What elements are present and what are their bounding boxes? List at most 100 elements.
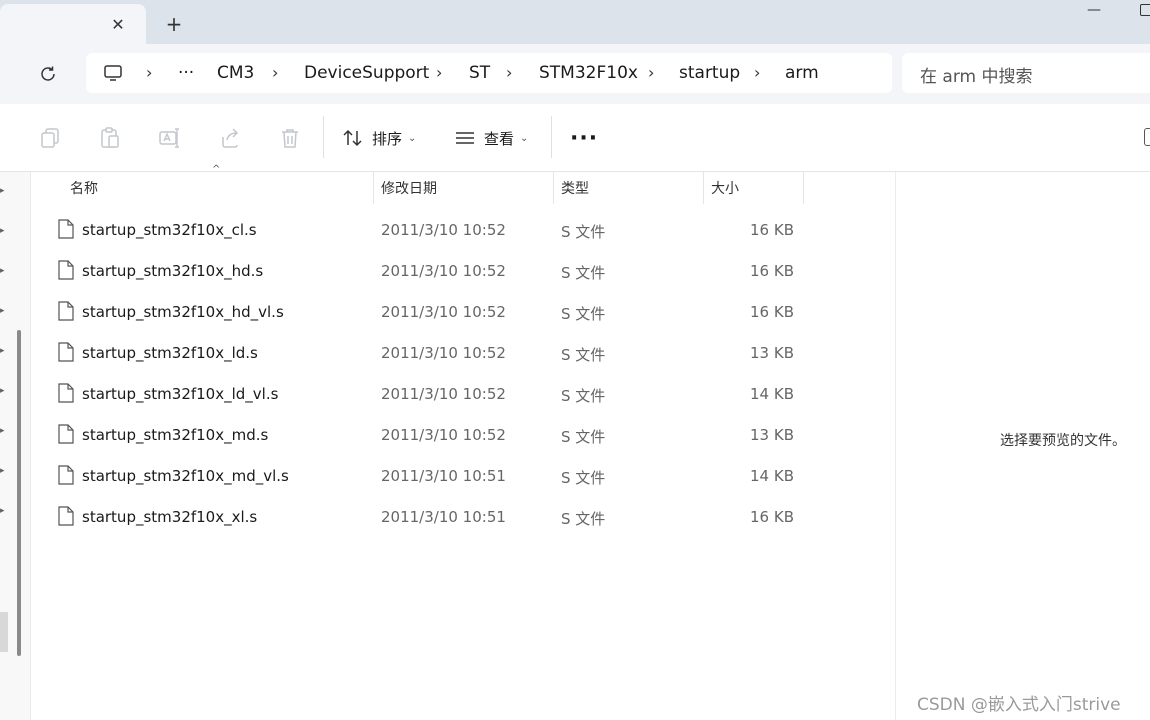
file-row[interactable]: startup_stm32f10x_cl.s 2011/3/10 10:52 S 文… — [40, 210, 810, 251]
chevron-right-icon[interactable]: ▸ — [0, 186, 5, 196]
file-icon — [58, 424, 74, 444]
computer-icon[interactable] — [102, 62, 124, 84]
file-date: 2011/3/10 10:52 — [381, 385, 506, 403]
file-row[interactable]: startup_stm32f10x_xl.s 2011/3/10 10:51 S 文… — [40, 497, 810, 538]
delete-icon[interactable] — [278, 126, 302, 150]
file-size: 16 KB — [750, 221, 794, 239]
minimize-icon[interactable]: — — [1084, 0, 1104, 20]
watermark: CSDN @嵌入式入门strive — [917, 695, 1121, 715]
file-size: 14 KB — [750, 467, 794, 485]
more-options-button[interactable]: ··· — [570, 126, 598, 151]
toolbar-divider — [323, 116, 324, 158]
chevron-down-icon: ⌄ — [520, 132, 529, 144]
breadcrumb-overflow[interactable]: ··· — [178, 63, 194, 83]
new-tab-button[interactable]: + — [162, 12, 186, 36]
file-type: S 文件 — [561, 428, 606, 446]
copy-icon[interactable] — [38, 126, 62, 150]
breadcrumb-stm32f10x[interactable]: STM32F10x — [539, 63, 638, 83]
breadcrumb-separator: › — [648, 63, 655, 82]
column-header-type[interactable]: 类型 — [561, 178, 589, 198]
breadcrumb-startup[interactable]: startup — [679, 63, 740, 83]
file-size: 16 KB — [750, 303, 794, 321]
file-size: 13 KB — [750, 426, 794, 444]
tab-close-icon[interactable]: ✕ — [106, 12, 130, 36]
column-header-size[interactable]: 大小 — [711, 178, 739, 198]
file-icon — [58, 219, 74, 239]
chevron-right-icon[interactable]: ▸ — [0, 466, 5, 476]
sort-button[interactable]: 排序 ⌄ — [342, 124, 416, 152]
chevron-right-icon[interactable]: ▸ — [0, 506, 5, 516]
column-divider[interactable] — [703, 172, 704, 204]
file-name: startup_stm32f10x_cl.s — [82, 221, 257, 239]
view-label: 查看 — [484, 129, 515, 148]
file-name: startup_stm32f10x_ld.s — [82, 344, 258, 362]
sort-ascending-icon: ^ — [212, 164, 221, 175]
sort-icon — [342, 127, 364, 149]
file-name: startup_stm32f10x_xl.s — [82, 508, 258, 526]
refresh-button[interactable] — [36, 62, 60, 86]
file-icon — [58, 383, 74, 403]
column-divider[interactable] — [373, 172, 374, 204]
breadcrumb-devicesupport[interactable]: DeviceSupport — [304, 63, 429, 83]
nav-selected-item[interactable] — [0, 612, 8, 652]
chevron-right-icon[interactable]: ▸ — [0, 226, 5, 236]
breadcrumb-separator: › — [754, 63, 761, 82]
chevron-right-icon[interactable]: ▸ — [0, 266, 5, 276]
file-date: 2011/3/10 10:52 — [381, 303, 506, 321]
file-icon — [58, 301, 74, 321]
chevron-right-icon[interactable]: ▸ — [0, 426, 5, 436]
file-row[interactable]: startup_stm32f10x_ld_vl.s 2011/3/10 10:52… — [40, 374, 810, 415]
file-type: S 文件 — [561, 223, 606, 241]
file-name: startup_stm32f10x_ld_vl.s — [82, 385, 279, 403]
file-name: startup_stm32f10x_md.s — [82, 426, 269, 444]
file-type: S 文件 — [561, 469, 606, 487]
file-row[interactable]: startup_stm32f10x_ld.s 2011/3/10 10:52 S 文… — [40, 333, 810, 374]
file-type: S 文件 — [561, 510, 606, 528]
column-divider[interactable] — [803, 172, 804, 204]
file-size: 13 KB — [750, 344, 794, 362]
maximize-icon[interactable] — [1140, 4, 1150, 16]
file-type: S 文件 — [561, 264, 606, 282]
breadcrumb-separator: › — [146, 63, 153, 82]
file-row[interactable]: startup_stm32f10x_md_vl.s 2011/3/10 10:51… — [40, 456, 810, 497]
breadcrumb-st[interactable]: ST — [469, 63, 490, 83]
file-type: S 文件 — [561, 346, 606, 364]
file-date: 2011/3/10 10:52 — [381, 221, 506, 239]
rename-icon[interactable] — [158, 126, 182, 150]
file-date: 2011/3/10 10:52 — [381, 426, 506, 444]
preview-message: 选择要预览的文件。 — [1000, 433, 1126, 449]
breadcrumb-separator: › — [272, 63, 279, 82]
file-date: 2011/3/10 10:51 — [381, 508, 506, 526]
file-name: startup_stm32f10x_hd.s — [82, 262, 264, 280]
column-header-name[interactable]: 名称 — [70, 178, 98, 198]
file-icon — [58, 506, 74, 526]
file-icon — [58, 465, 74, 485]
file-size: 14 KB — [750, 385, 794, 403]
breadcrumb-cm3[interactable]: CM3 — [217, 63, 254, 83]
file-name: startup_stm32f10x_md_vl.s — [82, 467, 289, 485]
scrollbar-thumb[interactable] — [17, 330, 21, 656]
file-type: S 文件 — [561, 387, 606, 405]
paste-icon[interactable] — [98, 126, 122, 150]
file-icon — [58, 260, 74, 280]
view-button[interactable]: 查看 ⌄ — [454, 124, 528, 152]
file-row[interactable]: startup_stm32f10x_md.s 2011/3/10 10:52 S 文… — [40, 415, 810, 456]
file-type: S 文件 — [561, 305, 606, 323]
refresh-icon — [41, 66, 55, 81]
file-date: 2011/3/10 10:52 — [381, 344, 506, 362]
file-row[interactable]: startup_stm32f10x_hd.s 2011/3/10 10:52 S 文… — [40, 251, 810, 292]
chevron-right-icon[interactable]: ▸ — [0, 346, 5, 356]
breadcrumb-arm[interactable]: arm — [785, 63, 819, 83]
file-date: 2011/3/10 10:52 — [381, 262, 506, 280]
column-divider[interactable] — [553, 172, 554, 204]
breadcrumb-separator: › — [436, 63, 443, 82]
file-row[interactable]: startup_stm32f10x_hd_vl.s 2011/3/10 10:52… — [40, 292, 810, 333]
chevron-right-icon[interactable]: ▸ — [0, 306, 5, 316]
details-pane-icon[interactable] — [1144, 128, 1150, 146]
breadcrumb-separator: › — [506, 63, 513, 82]
chevron-right-icon[interactable]: ▸ — [0, 386, 5, 396]
chevron-down-icon: ⌄ — [408, 132, 417, 144]
toolbar-divider — [551, 116, 552, 158]
column-header-date[interactable]: 修改日期 — [381, 178, 437, 198]
share-icon[interactable] — [218, 126, 242, 150]
